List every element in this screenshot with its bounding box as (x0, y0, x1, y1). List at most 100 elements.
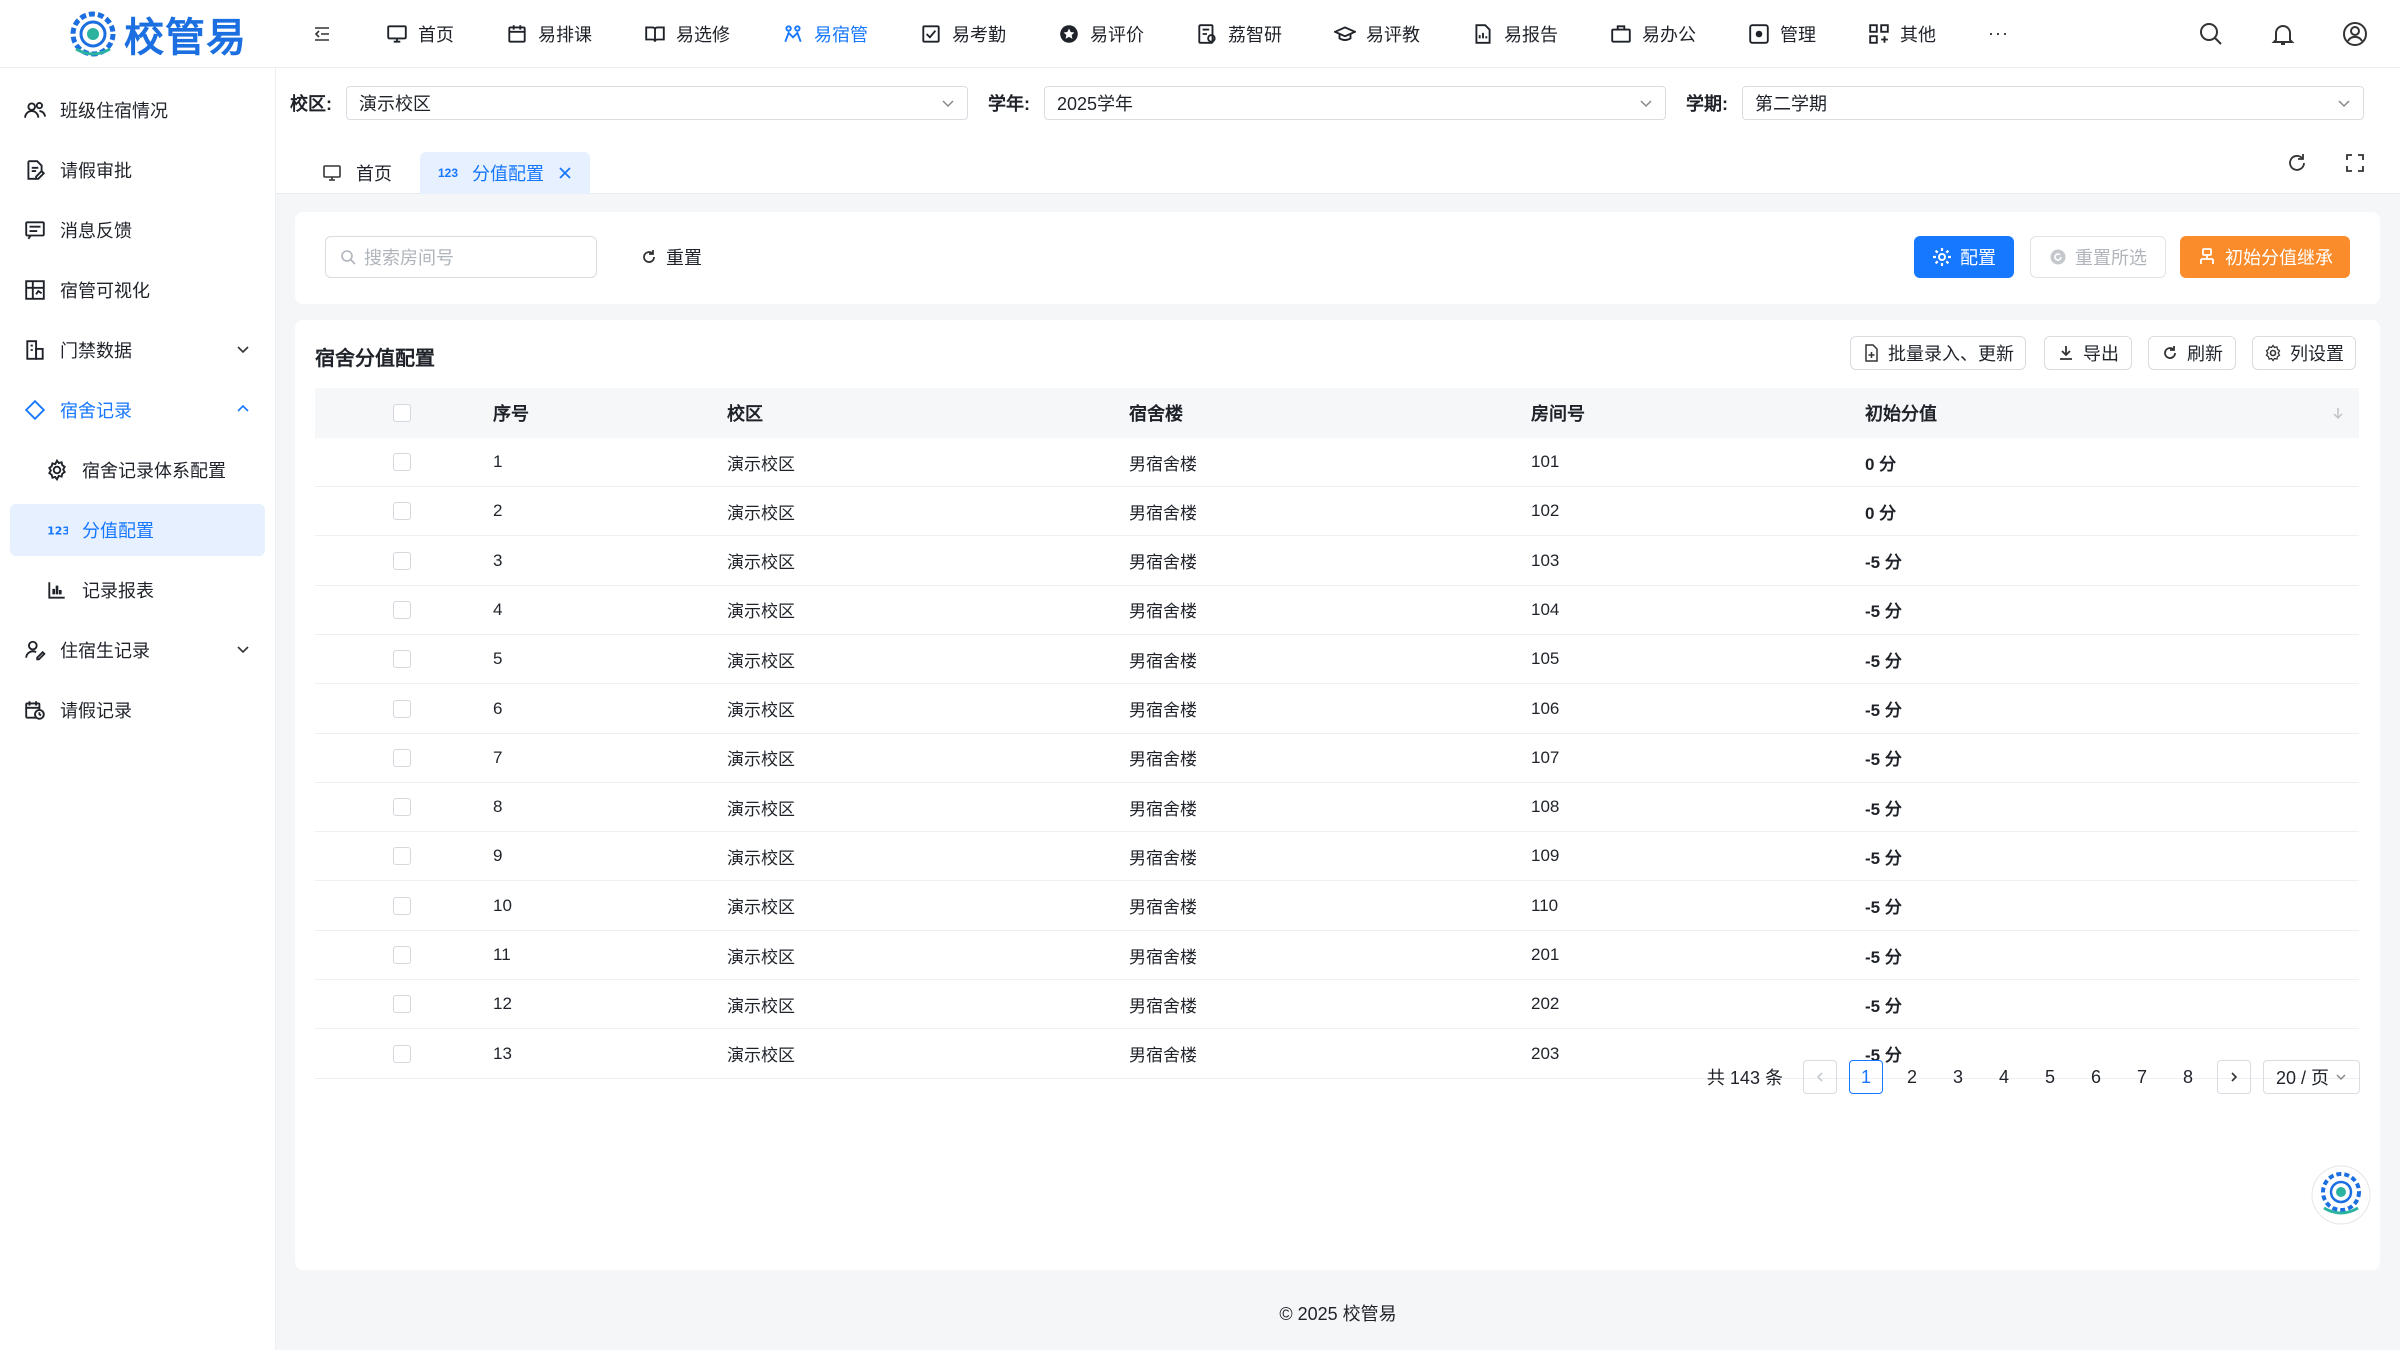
table-row[interactable]: 10 演示校区 男宿舍楼 110 -5 分 (315, 882, 2359, 931)
prev-page-button[interactable] (1802, 1060, 1837, 1094)
sidebar-item-1[interactable]: 请假审批 (10, 144, 265, 196)
row-checkbox[interactable] (393, 798, 411, 817)
cell-index: 11 (493, 945, 511, 964)
table-row[interactable]: 4 演示校区 男宿舍楼 104 -5 分 (315, 586, 2359, 635)
table-row[interactable]: 5 演示校区 男宿舍楼 105 -5 分 (315, 635, 2359, 685)
page-number-button[interactable]: 7 (2125, 1060, 2159, 1094)
sidebar-item-label: 宿舍记录 (60, 401, 132, 421)
term-select[interactable]: 第二学期 (1742, 86, 2364, 120)
user-avatar-icon[interactable] (2342, 21, 2368, 47)
nav-item-5[interactable]: 易评价 (1032, 0, 1170, 68)
select-all-checkbox[interactable] (393, 404, 411, 422)
nav-item-8[interactable]: 易报告 (1446, 0, 1584, 68)
nav-item-3[interactable]: 易宿管 (756, 0, 894, 68)
page-number-button[interactable]: 4 (1987, 1060, 2021, 1094)
table-row[interactable]: 12 演示校区 男宿舍楼 202 -5 分 (315, 980, 2359, 1030)
config-button[interactable]: 配置 (1914, 236, 2014, 278)
row-checkbox[interactable] (393, 551, 411, 570)
gear-icon (1933, 248, 1951, 266)
reset-selected-button[interactable]: 重置所选 (2030, 236, 2166, 278)
fullscreen-icon[interactable] (2344, 152, 2366, 174)
table-row[interactable]: 6 演示校区 男宿舍楼 106 -5 分 (315, 685, 2359, 734)
table-row[interactable]: 3 演示校区 男宿舍楼 103 -5 分 (315, 537, 2359, 586)
table-row[interactable]: 7 演示校区 男宿舍楼 107 -5 分 (315, 734, 2359, 783)
sidebar-item-6[interactable]: 宿舍记录体系配置 (10, 444, 265, 496)
year-select[interactable]: 2025学年 (1044, 86, 1666, 120)
year-label: 学年: (988, 94, 1030, 114)
nav-more-button[interactable]: ··· (1962, 23, 2035, 44)
page-number-button[interactable]: 5 (2033, 1060, 2067, 1094)
search-icon[interactable] (2198, 21, 2224, 47)
row-select-cell (393, 635, 411, 683)
nav-item-11[interactable]: 其他 (1842, 0, 1962, 68)
row-checkbox[interactable] (393, 600, 411, 619)
table-row[interactable]: 2 演示校区 男宿舍楼 102 0 分 (315, 487, 2359, 537)
page-number-button[interactable]: 8 (2171, 1060, 2205, 1094)
collapse-sidebar-button[interactable] (302, 14, 342, 54)
row-checkbox[interactable] (393, 453, 411, 471)
batch-import-button[interactable]: 批量录入、更新 (1850, 336, 2026, 370)
tab-home[interactable]: 首页 (304, 152, 410, 194)
nav-item-2[interactable]: 易选修 (618, 0, 756, 68)
row-checkbox[interactable] (393, 946, 411, 964)
col-header-score[interactable]: 初始分值 (1865, 388, 1937, 438)
nav-item-0[interactable]: 首页 (360, 0, 480, 68)
sidebar-item-3[interactable]: 宿管可视化 (10, 264, 265, 316)
nav-item-9[interactable]: 易办公 (1584, 0, 1722, 68)
search-room-input[interactable]: 搜索房间号 (325, 236, 597, 278)
table-row[interactable]: 1 演示校区 男宿舍楼 101 0 分 (315, 438, 2359, 487)
bell-icon[interactable] (2270, 21, 2296, 47)
brand-logo[interactable]: 校管易 (0, 0, 276, 68)
sidebar-item-2[interactable]: 消息反馈 (10, 204, 265, 256)
filter-bar: 校区: 演示校区 学年: 2025学年 学期: 第二学期 (276, 68, 2400, 138)
floating-assistant-icon[interactable] (2310, 1164, 2372, 1226)
table-row[interactable]: 9 演示校区 男宿舍楼 109 -5 分 (315, 832, 2359, 882)
cell-campus: 演示校区 (727, 898, 795, 918)
column-settings-label: 列设置 (2290, 344, 2344, 364)
column-settings-button[interactable]: 列设置 (2252, 336, 2356, 370)
sidebar-item-5[interactable]: 宿舍记录 (10, 384, 265, 436)
nav-item-6[interactable]: 荔智研 (1170, 0, 1308, 68)
sidebar-item-0[interactable]: 班级住宿情况 (10, 84, 265, 136)
row-checkbox[interactable] (393, 995, 411, 1014)
cell-campus: 演示校区 (727, 454, 795, 474)
tab-score-config[interactable]: 123 分值配置 (420, 152, 591, 194)
inherit-score-button[interactable]: 初始分值继承 (2180, 236, 2350, 278)
row-checkbox[interactable] (393, 650, 411, 669)
page-number-button[interactable]: 6 (2079, 1060, 2113, 1094)
sidebar-item-9[interactable]: 住宿生记录 (10, 624, 265, 676)
row-checkbox[interactable] (393, 896, 411, 915)
next-page-button[interactable] (2216, 1060, 2251, 1094)
chevron-right-icon (2231, 1072, 2238, 1082)
chevron-left-icon (1816, 1072, 1823, 1082)
page-number-button[interactable]: 3 (1941, 1060, 1975, 1094)
sidebar-item-7[interactable]: 123 分值配置 (10, 504, 265, 556)
cell-score: -5 分 (1865, 750, 1902, 770)
page-number-button[interactable]: 2 (1895, 1060, 1929, 1094)
sidebar-item-4[interactable]: 门禁数据 (10, 324, 265, 376)
row-checkbox[interactable] (393, 748, 411, 767)
reset-button[interactable]: 重置 (631, 236, 711, 278)
table-row[interactable]: 8 演示校区 男宿舍楼 108 -5 分 (315, 783, 2359, 833)
campus-select[interactable]: 演示校区 (346, 86, 968, 120)
nav-item-4[interactable]: 易考勤 (894, 0, 1032, 68)
sidebar-item-10[interactable]: 请假记录 (10, 684, 265, 736)
export-button[interactable]: 导出 (2044, 336, 2132, 370)
row-checkbox[interactable] (393, 1044, 411, 1063)
nav-item-10[interactable]: 管理 (1722, 0, 1842, 68)
row-checkbox[interactable] (393, 699, 411, 718)
page-number-button[interactable]: 1 (1848, 1060, 1883, 1094)
nav-item-7[interactable]: 易评教 (1308, 0, 1446, 68)
row-checkbox[interactable] (393, 502, 411, 521)
page-size-select[interactable]: 20 / 页 (2262, 1060, 2360, 1094)
sort-down-icon[interactable] (2331, 388, 2345, 438)
close-icon[interactable] (558, 166, 572, 180)
table-row[interactable]: 11 演示校区 男宿舍楼 201 -5 分 (315, 931, 2359, 980)
refresh-icon[interactable] (2286, 152, 2308, 174)
nav-item-1[interactable]: 易排课 (480, 0, 618, 68)
cell-campus: 演示校区 (727, 799, 795, 819)
sidebar-item-8[interactable]: 记录报表 (10, 564, 265, 616)
refresh-button[interactable]: 刷新 (2148, 336, 2236, 370)
cell-index: 2 (493, 501, 503, 521)
row-checkbox[interactable] (393, 847, 411, 866)
